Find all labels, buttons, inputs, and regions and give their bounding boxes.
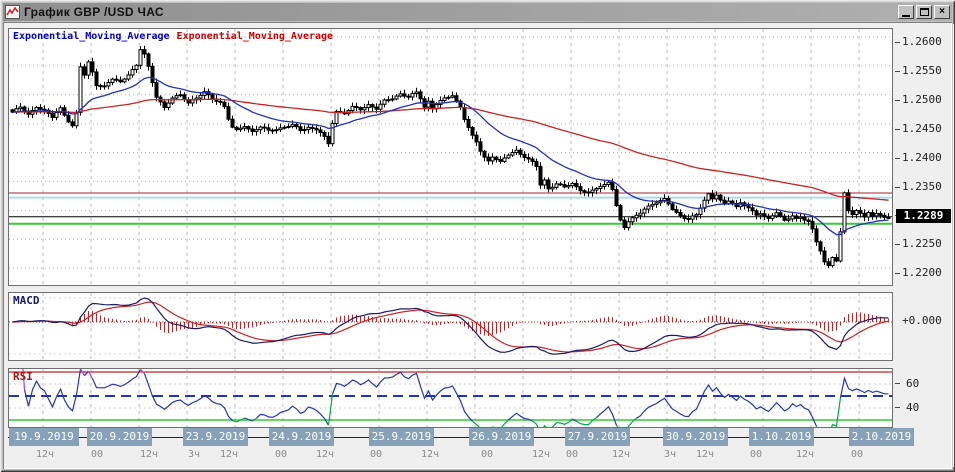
rsi-axis-tick [895, 407, 900, 408]
minimize-icon [902, 14, 910, 17]
time-label: 00 [749, 449, 763, 460]
candlestick-chart[interactable] [9, 29, 892, 285]
time-label: 12ч [611, 449, 631, 460]
close-icon: × [939, 6, 945, 17]
price-axis-tick [895, 42, 900, 43]
rsi-axis-label: 60 [906, 377, 920, 390]
date-label: 2.10.2019 [849, 428, 914, 446]
chart-window-icon [5, 5, 20, 19]
macd-panel[interactable]: MACD [8, 292, 893, 361]
price-axis-label: 1.2200 [902, 266, 942, 280]
time-label: 00 [369, 449, 383, 460]
price-axis-label: 1.2550 [902, 63, 942, 77]
time-label: 12ч [420, 449, 440, 460]
date-label: 27.9.2019 [565, 428, 630, 446]
price-axis-tick [895, 128, 900, 130]
time-label: 00 [480, 449, 494, 460]
price-axis-label: 1.2500 [902, 92, 942, 106]
time-label: 12ч [35, 449, 55, 460]
price-axis-tick [895, 157, 900, 159]
ema-fast-legend: Exponential_Moving_Average [13, 31, 170, 42]
time-label: 00 [850, 449, 864, 460]
time-label: 3ч [187, 449, 201, 460]
date-label: 19.9.2019 [9, 428, 79, 446]
date-label: 26.9.2019 [469, 428, 534, 446]
time-label: 12ч [531, 449, 551, 460]
macd-zero-label: +0.000 [902, 314, 942, 327]
current-price-badge: 1.2289 [896, 208, 951, 223]
time-label: 12ч [795, 449, 815, 460]
time-label: 00 [565, 449, 579, 460]
date-label: 1.10.2019 [749, 428, 814, 446]
price-chart-panel[interactable]: Exponential_Moving_Average Exponential_Mo… [8, 28, 893, 286]
price-axis-label: 1.2400 [902, 150, 942, 164]
price-axis-label: 1.2450 [902, 121, 942, 135]
time-label: 00 [274, 449, 288, 460]
date-label: 30.9.2019 [663, 428, 728, 446]
close-button[interactable]: × [934, 5, 950, 19]
axis-separator [953, 24, 954, 467]
indicator-legend: Exponential_Moving_Average Exponential_Mo… [13, 31, 333, 42]
date-label: 20.9.2019 [87, 428, 152, 446]
price-axis-label: 1.2600 [902, 35, 942, 48]
time-label: 12ч [695, 449, 715, 460]
price-axis-label: 1.2350 [902, 179, 942, 193]
time-label: 12ч [219, 449, 239, 460]
time-axis: 19.9.2019 20.9.2019 23.9.2019 24.9.2019 25.9… [8, 428, 914, 466]
rsi-axis-tick [895, 383, 900, 384]
date-label: 23.9.2019 [183, 428, 248, 446]
window-title: График GBP /USD ЧАС [24, 5, 164, 19]
price-axis-tick [895, 244, 900, 246]
rsi-axis-label: 40 [906, 401, 920, 414]
time-label: 12ч [315, 449, 335, 460]
price-axis-tick [895, 99, 900, 101]
maximize-button[interactable] [916, 5, 932, 19]
chart-content-area: Exponential_Moving_Average Exponential_Mo… [3, 22, 954, 469]
date-label: 24.9.2019 [269, 428, 334, 446]
price-axis-tick [895, 273, 900, 275]
ema-slow-legend: Exponential_Moving_Average [176, 31, 334, 42]
rsi-label: RSI [13, 370, 33, 383]
price-axis-tick [895, 186, 900, 188]
time-label: 12ч [139, 449, 159, 460]
minimize-button[interactable] [898, 5, 914, 19]
chart-window: График GBP /USD ЧАС × Exponential_Moving… [0, 0, 955, 472]
price-axis-tick [895, 70, 900, 72]
maximize-icon [919, 8, 929, 16]
date-label: 25.9.2019 [369, 428, 434, 446]
rsi-chart[interactable] [9, 335, 892, 438]
rsi-panel[interactable]: RSI [8, 335, 893, 438]
macd-chart[interactable] [9, 293, 892, 360]
macd-label: MACD [13, 294, 40, 307]
time-label: 00 [90, 449, 104, 460]
time-label: 3ч [663, 449, 677, 460]
title-bar[interactable]: График GBP /USD ЧАС × [3, 3, 952, 21]
price-axis-label: 1.2250 [902, 237, 942, 251]
